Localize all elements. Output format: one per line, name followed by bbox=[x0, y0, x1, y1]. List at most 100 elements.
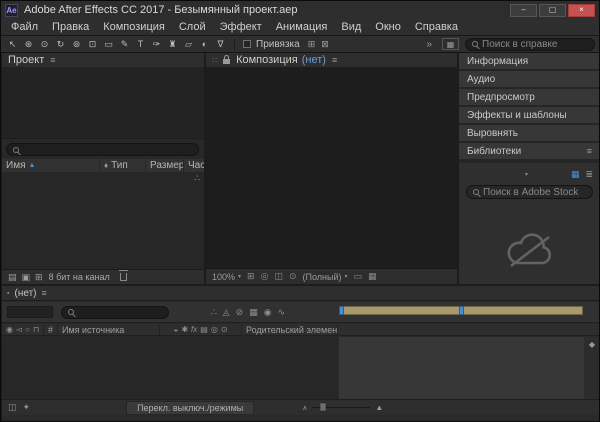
zoom-slider-handle[interactable] bbox=[320, 403, 326, 411]
menu-item[interactable]: Слой bbox=[172, 21, 213, 33]
zoom-slider-track[interactable] bbox=[312, 407, 370, 408]
column-name[interactable]: Имя ▲ bbox=[2, 159, 100, 172]
menu-item[interactable]: Композиция bbox=[96, 21, 172, 33]
column-framerate[interactable]: Частота... bbox=[184, 159, 204, 172]
project-flowchart-icon[interactable]: ∴ bbox=[194, 173, 200, 184]
stock-search[interactable] bbox=[466, 185, 593, 199]
eraser-tool[interactable]: ▱ bbox=[181, 38, 196, 51]
channels-icon[interactable]: ⊙ bbox=[289, 271, 297, 282]
column-type[interactable]: ♦ Тип bbox=[100, 159, 146, 172]
work-area-start-handle[interactable] bbox=[339, 306, 344, 315]
zoom-in-icon[interactable]: ▲ bbox=[375, 403, 383, 412]
snap-to-features-icon[interactable]: ⊞ bbox=[305, 39, 319, 49]
trash-icon[interactable] bbox=[120, 273, 127, 281]
hand-tool[interactable]: ⊛ bbox=[21, 38, 36, 51]
column-source-name[interactable]: Имя источника bbox=[58, 324, 160, 335]
new-folder-icon[interactable]: ▣ bbox=[22, 272, 31, 283]
snap-options-icon[interactable]: ⊠ bbox=[318, 39, 332, 49]
frame-blend-icon[interactable]: ▦ bbox=[249, 307, 258, 318]
project-search[interactable] bbox=[6, 143, 199, 156]
project-item-list[interactable]: ∴ bbox=[2, 172, 204, 269]
camera-tool[interactable]: ⊚ bbox=[69, 38, 84, 51]
panel-menu-icon[interactable]: ≡ bbox=[587, 146, 592, 156]
work-area-end-handle[interactable] bbox=[459, 306, 464, 315]
zoom-tool[interactable]: ⊙ bbox=[37, 38, 52, 51]
graph-editor-icon[interactable]: ∿ bbox=[278, 307, 286, 318]
panel-menu-icon[interactable]: ≡ bbox=[50, 55, 55, 65]
menu-item[interactable]: Вид bbox=[334, 21, 368, 33]
sidebar-panel-header[interactable]: Аудио bbox=[459, 71, 600, 87]
tab-composition[interactable]: Композиция (нет) bbox=[236, 54, 326, 66]
menu-item[interactable]: Анимация bbox=[269, 21, 335, 33]
bit-depth-button[interactable]: 8 бит на канал bbox=[49, 272, 110, 282]
library-select[interactable]: ▾ bbox=[466, 168, 530, 180]
pan-behind-tool[interactable]: ⊡ bbox=[85, 38, 100, 51]
sidebar-panel-header-libraries[interactable]: Библиотеки ≡ bbox=[459, 143, 600, 159]
roto-brush-tool[interactable]: ◐ bbox=[197, 38, 212, 51]
mini-flowchart-icon[interactable]: ∴ bbox=[211, 307, 217, 318]
motion-blur-switch-icon[interactable]: ⊙ bbox=[221, 325, 228, 334]
column-number[interactable]: # bbox=[44, 324, 58, 335]
column-parent[interactable]: Родительский элемент bbox=[242, 324, 338, 335]
eye-icon[interactable]: ◉ bbox=[6, 325, 13, 334]
workspace-icon[interactable]: ▦ bbox=[442, 38, 459, 50]
titlebar[interactable]: Ae Adobe After Effects CC 2017 - Безымян… bbox=[1, 1, 599, 19]
inout-controls-icon[interactable]: ✦ bbox=[23, 402, 31, 413]
menu-item[interactable]: Окно bbox=[368, 21, 408, 33]
transfer-controls-icon[interactable]: ◫ bbox=[8, 402, 17, 413]
clone-stamp-tool[interactable]: ♜ bbox=[165, 38, 180, 51]
lock-icon[interactable] bbox=[223, 59, 230, 64]
maximize-button[interactable]: ▢ bbox=[539, 4, 566, 17]
time-ruler[interactable] bbox=[339, 306, 583, 315]
panel-gripper[interactable]: ∷ bbox=[212, 56, 217, 65]
tab-timeline[interactable]: (нет) bbox=[14, 288, 36, 299]
magnification-select[interactable]: 100% ▾ bbox=[212, 272, 241, 282]
menu-item[interactable]: Справка bbox=[408, 21, 465, 33]
audio-icon[interactable]: ◅ bbox=[16, 325, 22, 334]
lock-icon[interactable]: ⊓ bbox=[33, 325, 39, 334]
sidebar-panel-header[interactable]: Предпросмотр bbox=[459, 89, 600, 105]
grid-guides-icon[interactable]: ⊞ bbox=[247, 271, 255, 282]
puppet-pin-tool[interactable]: ∇ bbox=[213, 38, 228, 51]
toggle-switches-modes-button[interactable]: Перекл. выключ./режимы bbox=[126, 401, 254, 415]
resolution-select[interactable]: (Полный) ▾ bbox=[303, 272, 348, 282]
snap-checkbox[interactable] bbox=[243, 40, 251, 48]
effect-switch-icon[interactable]: ◎ bbox=[211, 325, 218, 334]
transparency-grid-icon[interactable]: ▦ bbox=[368, 271, 377, 282]
brush-tool[interactable]: ✑ bbox=[149, 38, 164, 51]
solo-icon[interactable]: ○ bbox=[25, 325, 30, 334]
toolbar-overflow-button[interactable]: » bbox=[422, 39, 436, 50]
panel-menu-icon[interactable]: ≡ bbox=[332, 55, 337, 65]
shy-switch-icon[interactable]: ◒ bbox=[173, 325, 178, 334]
menu-item[interactable]: Эффект bbox=[213, 21, 269, 33]
quality-switch-icon[interactable]: ▤ bbox=[200, 325, 208, 334]
new-composition-icon[interactable]: ⊞ bbox=[35, 272, 43, 283]
rotation-tool[interactable]: ↻ bbox=[53, 38, 68, 51]
pen-tool[interactable]: ✎ bbox=[117, 38, 132, 51]
timeline-search[interactable] bbox=[61, 306, 169, 319]
project-search-input[interactable] bbox=[23, 144, 192, 155]
minimize-button[interactable]: – bbox=[510, 4, 537, 17]
region-of-interest-icon[interactable]: ▭ bbox=[354, 271, 363, 282]
mask-visibility-icon[interactable]: ◎ bbox=[261, 271, 269, 282]
column-size[interactable]: Размер bbox=[146, 159, 184, 172]
panel-menu-icon[interactable]: ≡ bbox=[41, 288, 46, 298]
interpret-footage-icon[interactable]: ▤ bbox=[8, 272, 17, 283]
fx-switch-icon[interactable]: fx bbox=[191, 325, 197, 334]
sidebar-panel-header[interactable]: Информация bbox=[459, 53, 600, 69]
motion-blur-icon[interactable]: ◉ bbox=[264, 307, 272, 318]
help-search-input[interactable] bbox=[482, 39, 588, 50]
tab-project[interactable]: Проект bbox=[8, 54, 44, 66]
sidebar-panel-header[interactable]: Выровнять bbox=[459, 125, 600, 141]
list-view-icon[interactable]: ≣ bbox=[585, 169, 593, 180]
timeline-search-input[interactable] bbox=[78, 307, 162, 318]
snapshot-icon[interactable]: ◫ bbox=[274, 271, 283, 282]
current-time-display[interactable] bbox=[7, 306, 53, 318]
zoom-out-icon[interactable]: ∧ bbox=[302, 404, 307, 412]
type-tool[interactable]: T bbox=[133, 38, 148, 51]
selection-tool[interactable]: ↖ bbox=[5, 38, 20, 51]
sidebar-panel-header[interactable]: Эффекты и шаблоны bbox=[459, 107, 600, 123]
hide-shy-icon[interactable]: ⊘ bbox=[236, 307, 244, 318]
menu-item[interactable]: Файл bbox=[4, 21, 45, 33]
draft-3d-icon[interactable]: ◬ bbox=[223, 307, 230, 318]
